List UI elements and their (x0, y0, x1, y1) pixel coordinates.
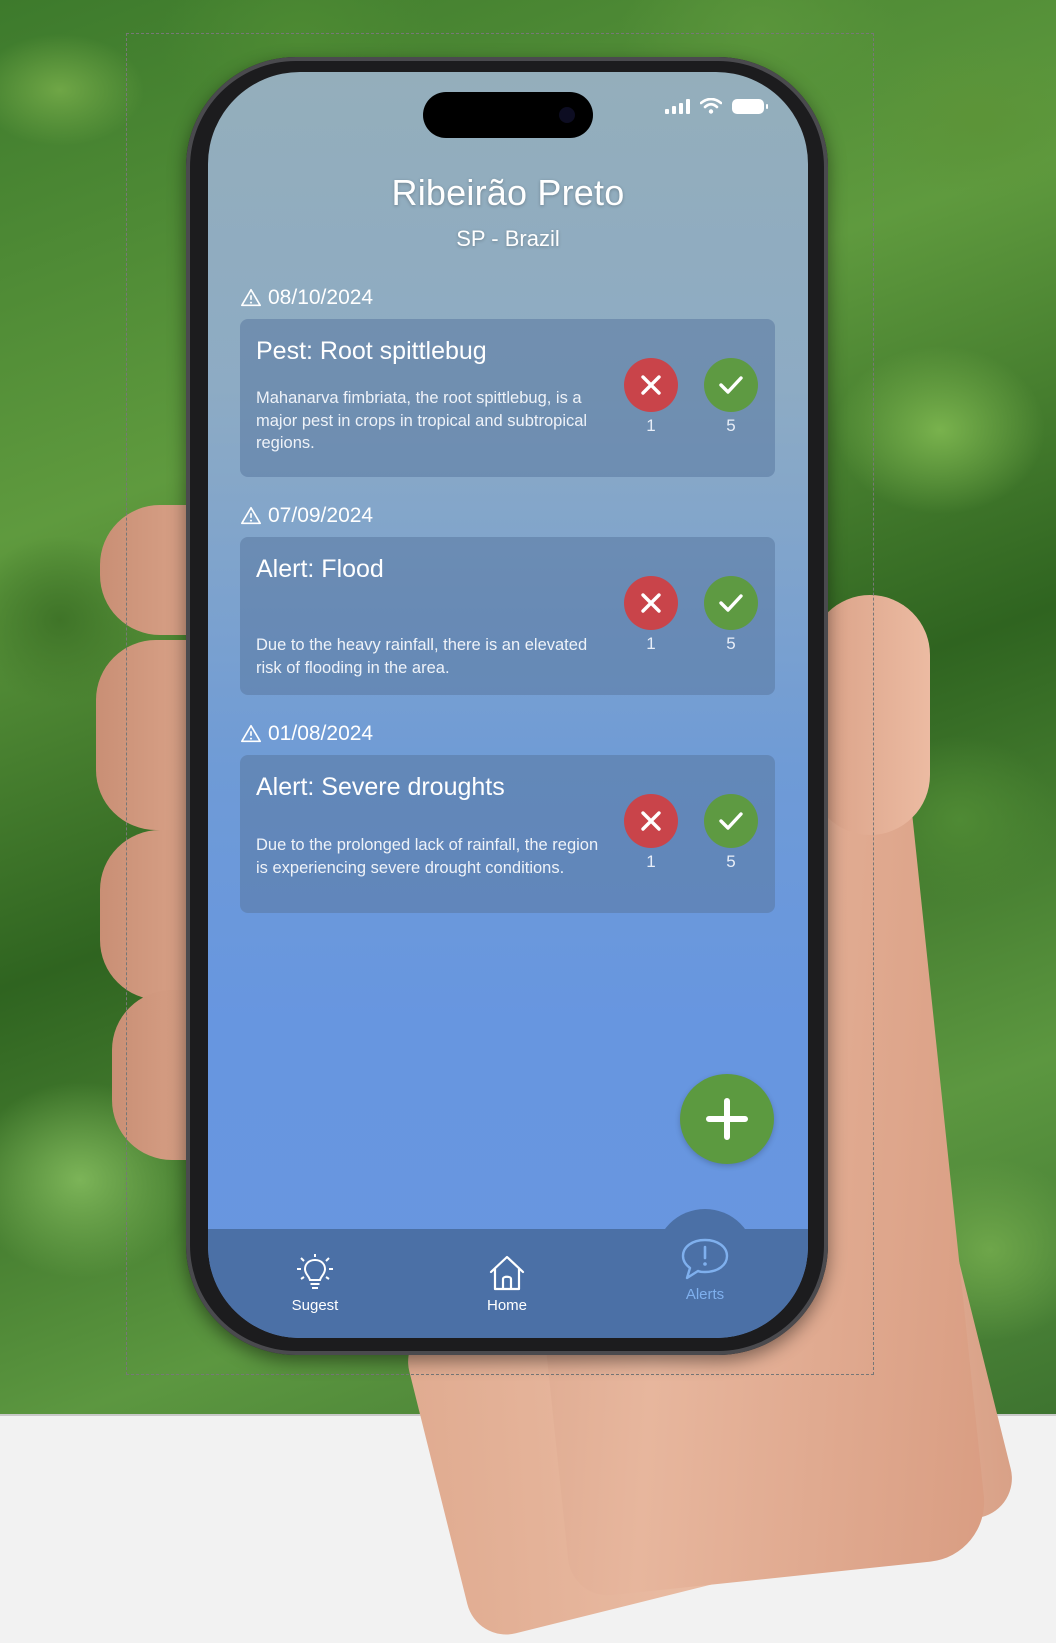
reject-count: 1 (646, 852, 656, 871)
confirm-button[interactable] (704, 794, 758, 848)
reject-count: 1 (646, 416, 656, 435)
region-subtitle: SP - Brazil (456, 226, 560, 251)
alert-card[interactable]: Pest: Root spittlebug Mahanarva fimbriat… (240, 319, 775, 477)
alert-date: 07/09/2024 (240, 504, 373, 528)
tab-label: Home (486, 1297, 527, 1314)
chat-alert-icon (681, 1238, 729, 1280)
status-bar (665, 98, 768, 114)
warning-icon (241, 724, 261, 743)
check-icon (719, 376, 743, 394)
alert-title: Alert: Flood (256, 555, 384, 583)
alert-card[interactable]: Alert: Severe droughts Due to the prolon… (240, 755, 775, 913)
tab-label: Sugest (291, 1297, 339, 1314)
alert-description: Mahanarva fimbriata, the root spittlebug… (256, 389, 588, 452)
alert-title: Alert: Severe droughts (256, 773, 505, 801)
alert-date-text: 01/08/2024 (268, 722, 374, 745)
alert-description: Due to the prolonged lack of rainfall, t… (256, 836, 599, 877)
home-icon (489, 1255, 525, 1291)
confirm-count: 5 (726, 634, 736, 653)
tab-sugest[interactable]: Sugest (270, 1253, 360, 1314)
check-icon (719, 594, 743, 612)
alert-date: 08/10/2024 (240, 286, 373, 310)
lightbulb-icon (297, 1254, 333, 1289)
battery-icon (732, 98, 768, 114)
close-icon (641, 593, 661, 613)
close-icon (641, 811, 661, 831)
reject-button[interactable] (624, 358, 678, 412)
reject-button[interactable] (624, 794, 678, 848)
phone-screen: Ribeirão Preto SP - Brazil 08/10/2024 Pe… (208, 72, 808, 1338)
confirm-count: 5 (726, 416, 736, 435)
close-icon (641, 375, 661, 395)
alert-title: Pest: Root spittlebug (256, 337, 487, 365)
city-title: Ribeirão Preto (391, 172, 625, 213)
alert-date-text: 07/09/2024 (268, 504, 374, 527)
signal-icon (665, 98, 690, 114)
confirm-button[interactable] (704, 358, 758, 412)
reject-button[interactable] (624, 576, 678, 630)
tab-label: Alerts (685, 1286, 725, 1303)
plus-icon (706, 1098, 748, 1140)
tab-alerts[interactable]: Alerts (660, 1236, 750, 1303)
confirm-count: 5 (726, 852, 736, 871)
camera-icon (559, 107, 575, 123)
reject-count: 1 (646, 634, 656, 653)
warning-icon (241, 506, 261, 525)
alert-date-text: 08/10/2024 (268, 286, 374, 309)
dynamic-island (423, 92, 593, 138)
add-alert-button[interactable] (680, 1074, 774, 1164)
wifi-icon (700, 98, 722, 114)
warning-icon (241, 288, 261, 307)
check-icon (719, 812, 743, 830)
alert-card[interactable]: Alert: Flood Due to the heavy rainfall, … (240, 537, 775, 695)
tab-home[interactable]: Home (462, 1253, 552, 1314)
alert-date: 01/08/2024 (240, 722, 373, 746)
alert-description: Due to the heavy rainfall, there is an e… (256, 636, 588, 677)
confirm-button[interactable] (704, 576, 758, 630)
